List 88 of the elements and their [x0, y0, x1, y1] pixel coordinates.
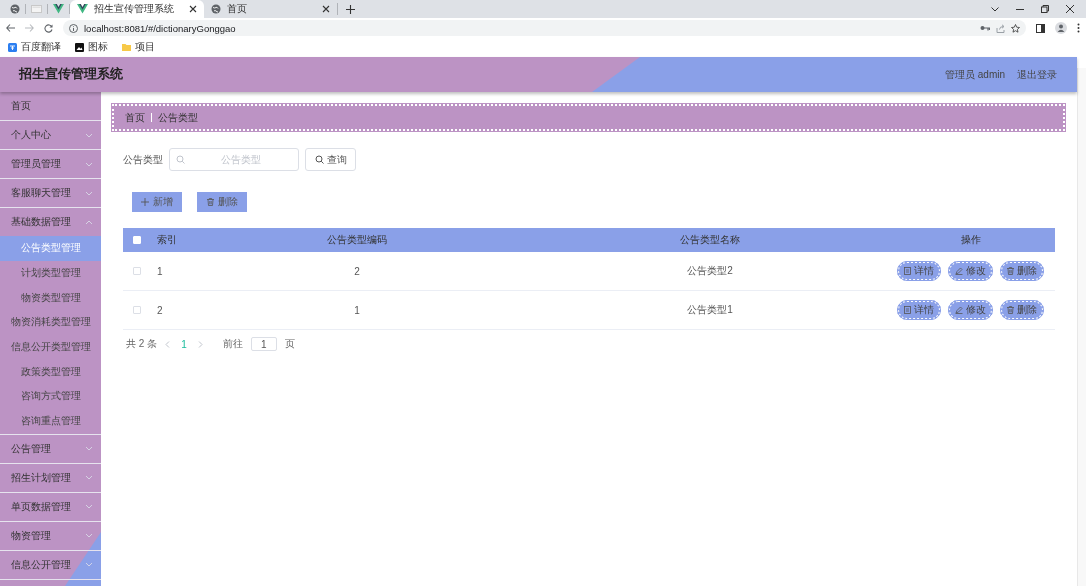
- table-cell-text: 1: [353, 304, 361, 316]
- restore-icon[interactable]: [1041, 5, 1049, 13]
- goto-label: 前往: [222, 337, 243, 351]
- globe-icon: [211, 4, 221, 14]
- browser-tab[interactable]: 招生宣传管理系统: [70, 0, 204, 18]
- sidebar-item[interactable]: 信息公开管理: [0, 550, 101, 580]
- translate-icon: [8, 42, 17, 52]
- page-icon: [31, 5, 42, 13]
- checkbox[interactable]: [133, 267, 141, 275]
- more-menu-icon[interactable]: [1077, 23, 1080, 33]
- detail-button[interactable]: 详情: [897, 261, 941, 281]
- search-icon: [314, 155, 324, 164]
- close-icon[interactable]: [189, 5, 197, 13]
- submenu-item[interactable]: 物资消耗类型管理: [0, 310, 101, 335]
- minimize-icon[interactable]: [1016, 8, 1024, 10]
- user-name: 管理员 admin: [945, 67, 1005, 82]
- browser-tab[interactable]: 首页: [204, 3, 338, 15]
- submenu-item[interactable]: 咨询重点管理: [0, 408, 101, 434]
- star-icon[interactable]: [1011, 23, 1020, 33]
- sidebar-item[interactable]: 公告管理: [0, 434, 101, 464]
- app-title: 招生宣传管理系统: [19, 66, 123, 83]
- detail-button[interactable]: 详情: [897, 300, 941, 320]
- folder-icon: [122, 43, 131, 51]
- v-logo-icon: [53, 4, 64, 14]
- breadcrumb-item[interactable]: 首页: [125, 110, 145, 125]
- delete-button[interactable]: 删除: [197, 192, 247, 212]
- page-suffix: 页: [284, 337, 295, 351]
- trash-icon: [1007, 267, 1014, 275]
- delete-button[interactable]: 删除: [1000, 300, 1044, 320]
- v-logo-icon: [77, 4, 88, 14]
- new-tab-icon[interactable]: [346, 5, 355, 14]
- table-cell-text: 2: [353, 265, 361, 277]
- page-input[interactable]: 1: [250, 337, 277, 351]
- sidebar-item[interactable]: 单页数据管理: [0, 492, 101, 522]
- submenu-item[interactable]: 计划类型管理: [0, 260, 101, 286]
- back-arrow-icon[interactable]: [6, 24, 15, 32]
- delete-button[interactable]: 删除: [1000, 261, 1044, 281]
- table-cell-text: 公告类型2: [686, 264, 734, 278]
- pencil-icon: [955, 267, 963, 275]
- sidebar-item[interactable]: 首页: [0, 92, 101, 121]
- info-icon: [69, 23, 78, 33]
- pencil-icon: [955, 306, 963, 314]
- edit-button[interactable]: 修改: [948, 261, 993, 281]
- submenu-item[interactable]: 政策类型管理: [0, 359, 101, 385]
- close-icon[interactable]: [1066, 5, 1074, 13]
- scrollbar[interactable]: [1077, 68, 1086, 586]
- key-icon[interactable]: [980, 25, 990, 31]
- table-cell-text: 2: [157, 304, 164, 316]
- plus-icon: [141, 198, 149, 206]
- sidebar-item[interactable]: 管理员管理: [0, 150, 101, 179]
- column-header: 索引: [157, 233, 178, 247]
- logout-link[interactable]: 退出登录: [1017, 67, 1057, 82]
- submenu-item[interactable]: 信息公开类型管理: [0, 334, 101, 360]
- edit-button[interactable]: 修改: [948, 300, 993, 320]
- sidebar-item[interactable]: 基础数据管理: [0, 208, 101, 236]
- table-cell-text: 公告类型1: [686, 303, 734, 317]
- image-icon: [75, 42, 84, 52]
- close-icon[interactable]: [322, 5, 330, 13]
- bookmark[interactable]: 图标: [75, 40, 108, 54]
- column-header: 公告类型名称: [679, 233, 741, 247]
- breadcrumb-item: 公告类型: [158, 110, 198, 125]
- avatar-icon[interactable]: [1055, 22, 1067, 34]
- query-button[interactable]: 查询: [305, 148, 356, 171]
- sidebar-item[interactable]: 个人中心: [0, 121, 101, 150]
- total-count: 共 2 条: [126, 337, 158, 351]
- search-icon: [176, 155, 185, 164]
- checkbox[interactable]: [133, 306, 141, 314]
- table-cell-text: 1: [157, 265, 164, 277]
- add-button[interactable]: 新增: [132, 192, 182, 212]
- trash-icon: [206, 198, 214, 206]
- document-icon: [904, 267, 911, 275]
- reload-icon[interactable]: [44, 23, 53, 33]
- column-header: 操作: [959, 233, 982, 247]
- chevron-down-icon[interactable]: [991, 6, 999, 12]
- trash-icon: [1007, 306, 1014, 314]
- field-label: 公告类型: [123, 152, 163, 167]
- sidebar-item[interactable]: 客服聊天管理: [0, 179, 101, 208]
- globe-icon: [9, 4, 20, 14]
- column-header: 公告类型编码: [326, 233, 388, 247]
- address-bar[interactable]: localhost:8081/#/dictionaryGonggao: [63, 20, 1026, 36]
- submenu-item[interactable]: 物资类型管理: [0, 285, 101, 311]
- bookmark[interactable]: 百度翻译: [8, 40, 61, 54]
- submenu-item[interactable]: 咨询方式管理: [0, 384, 101, 409]
- document-icon: [904, 306, 911, 314]
- sidebar-item[interactable]: 招生计划管理: [0, 463, 101, 493]
- bookmark[interactable]: 项目: [122, 40, 155, 54]
- sidebar-item[interactable]: 物资管理: [0, 521, 101, 551]
- side-panel-icon[interactable]: [1036, 23, 1045, 33]
